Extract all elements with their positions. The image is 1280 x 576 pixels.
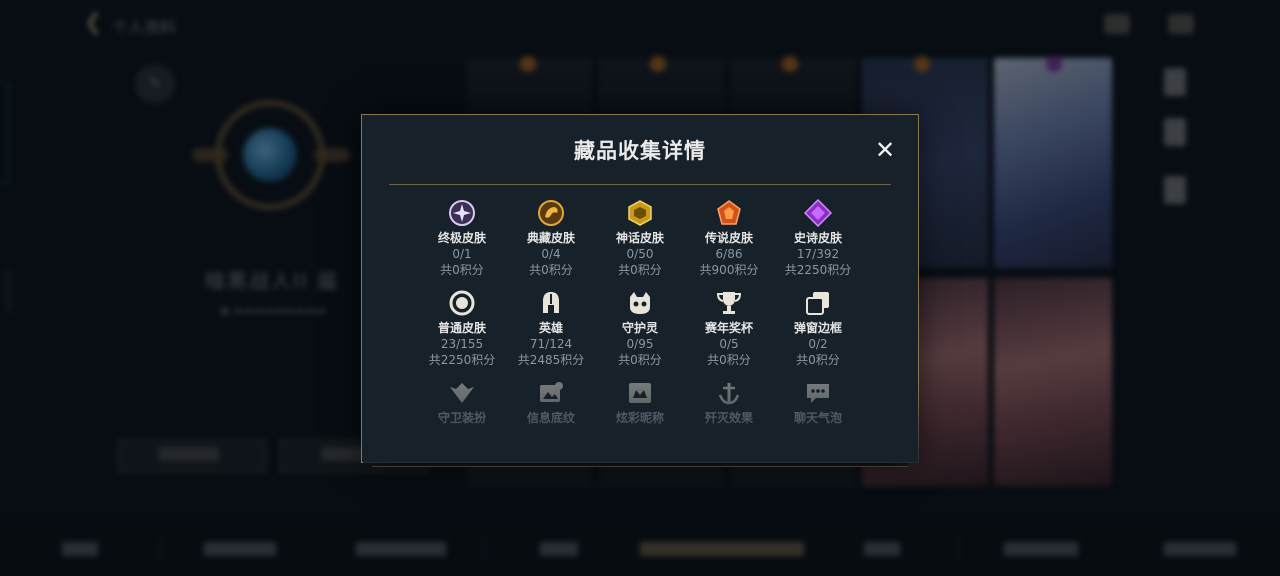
shop-icon[interactable]: [1168, 14, 1194, 34]
item-name: 歼灭效果: [704, 411, 753, 425]
item-name: 炫彩昵称: [615, 411, 664, 425]
rarity-gem-icon: [914, 56, 930, 72]
ultimate-skin-icon: [449, 200, 475, 226]
epic-skin-icon: [804, 199, 832, 227]
item-points: 共2250积分: [784, 263, 852, 277]
rarity-gem-icon: [1046, 56, 1062, 72]
edit-button[interactable]: ✎: [135, 64, 175, 104]
page-title: 个人资料: [112, 18, 177, 37]
collection-item[interactable]: 典藏皮肤 0/4 共0积分: [503, 199, 599, 278]
item-points: 共2250积分: [428, 353, 496, 367]
item-name: 守护灵: [621, 321, 658, 335]
item-name: 英雄: [538, 321, 563, 335]
collector-skin-icon: [538, 200, 564, 226]
item-points: 共900积分: [699, 263, 759, 277]
nav-tab[interactable]: [62, 542, 98, 556]
rarity-gem-icon: [650, 56, 666, 72]
champion-helmet-icon: [543, 292, 559, 313]
item-count: 0/4: [541, 247, 561, 261]
item-points: 共0积分: [618, 263, 662, 277]
modal-title: 藏品收集详情: [574, 139, 706, 163]
item-name: 守卫装扮: [437, 411, 486, 425]
item-points: 共0积分: [529, 263, 573, 277]
colorful-title-icon: [629, 383, 651, 403]
mythic-skin-icon: [628, 200, 652, 226]
collection-item[interactable]: 炫彩昵称: [592, 379, 688, 426]
collection-item[interactable]: 聊天气泡: [770, 379, 866, 426]
collection-item[interactable]: 普通皮肤 23/155 共2250积分: [414, 289, 510, 368]
annihilate-effect-icon: [718, 383, 740, 405]
close-button[interactable]: ✕: [872, 137, 898, 163]
champion-filter-icon[interactable]: [1164, 118, 1186, 146]
nav-tab[interactable]: [540, 542, 578, 556]
item-points: 共0积分: [796, 353, 840, 367]
item-count: 71/124: [529, 337, 573, 351]
collection-item[interactable]: 赛年奖杯 0/5 共0积分: [681, 289, 777, 368]
chat-bubble-icon: [807, 384, 829, 403]
item-count: 17/392: [796, 247, 840, 261]
collection-item[interactable]: 神话皮肤 0/50 共0积分: [592, 199, 688, 278]
item-count: 0/95: [626, 337, 654, 351]
item-points: 共0积分: [707, 353, 751, 367]
item-count: 0/5: [719, 337, 739, 351]
guardian-pet-icon: [630, 292, 650, 314]
ward-icon: [450, 383, 474, 403]
collection-item[interactable]: 守护灵 0/95 共0积分: [592, 289, 688, 368]
nav-tab[interactable]: [864, 542, 900, 556]
collection-item[interactable]: 英雄 71/124 共2485积分: [503, 289, 599, 368]
back-chevron-icon[interactable]: ❮: [84, 12, 106, 34]
nav-tab[interactable]: [204, 542, 276, 556]
item-points: 共2485积分: [517, 353, 585, 367]
top-bar: ❮ 个人资料: [0, 0, 1280, 50]
item-count: 0/50: [626, 247, 654, 261]
item-name: 赛年奖杯: [704, 321, 753, 335]
skin-card[interactable]: [994, 58, 1112, 268]
vertical-id-text: 3400000: [2, 268, 13, 313]
item-name: 史诗皮肤: [793, 231, 842, 245]
filter-icon[interactable]: [1164, 68, 1186, 96]
item-name: 弹窗边框: [793, 321, 842, 335]
profile-action-button[interactable]: [118, 440, 266, 472]
popup-frame-icon: [806, 292, 829, 315]
profile-banner-icon: [540, 382, 563, 402]
rarity-gem-icon: [782, 56, 798, 72]
legendary-skin-icon: [717, 200, 741, 225]
item-name: 终极皮肤: [437, 231, 486, 245]
mail-icon[interactable]: [1104, 14, 1130, 34]
collection-item[interactable]: 终极皮肤 0/1 共0积分: [414, 199, 510, 278]
nav-tab-active[interactable]: [640, 542, 804, 556]
collection-details-modal: 藏品收集详情 ✕ 终极皮肤 0/1 共0积分 典藏皮肤 0/4 共0积分 神话皮…: [361, 114, 919, 463]
item-name: 普通皮肤: [437, 321, 486, 335]
item-count: 23/155: [440, 337, 484, 351]
item-name: 典藏皮肤: [526, 231, 575, 245]
item-name: 信息底纹: [526, 411, 575, 425]
item-name: 神话皮肤: [615, 231, 664, 245]
item-count: 0/1: [452, 247, 472, 261]
item-count: 6/86: [715, 247, 743, 261]
item-name: 传说皮肤: [704, 231, 753, 245]
item-count: 0/2: [808, 337, 828, 351]
collection-item[interactable]: 信息底纹: [503, 379, 599, 426]
sort-icon[interactable]: [1164, 176, 1186, 204]
nav-tab[interactable]: [356, 542, 446, 556]
rank-emblem: [215, 100, 325, 210]
normal-skin-icon: [449, 290, 475, 316]
collection-item[interactable]: 史诗皮肤 17/392 共2250积分: [770, 199, 866, 278]
item-name: 聊天气泡: [793, 411, 842, 425]
item-points: 共0积分: [440, 263, 484, 277]
collection-item[interactable]: 歼灭效果: [681, 379, 777, 426]
side-tab[interactable]: [0, 82, 9, 184]
profile-subtitle: ● ▬▬▬▬▬▬▬▬▬: [220, 304, 327, 317]
collection-item[interactable]: 弹窗边框 0/2 共0积分: [770, 289, 866, 368]
skin-card[interactable]: [994, 278, 1112, 486]
trophy-icon: [716, 292, 742, 314]
divider: [389, 184, 891, 185]
nav-tab[interactable]: [1004, 542, 1078, 556]
profile-name: 暗黑战人II 届: [205, 269, 340, 293]
rarity-gem-icon: [520, 56, 536, 72]
item-points: 共0积分: [618, 353, 662, 367]
collection-item[interactable]: 守卫装扮: [414, 379, 510, 426]
collection-item[interactable]: 传说皮肤 6/86 共900积分: [681, 199, 777, 278]
nav-tab[interactable]: [1164, 542, 1236, 556]
